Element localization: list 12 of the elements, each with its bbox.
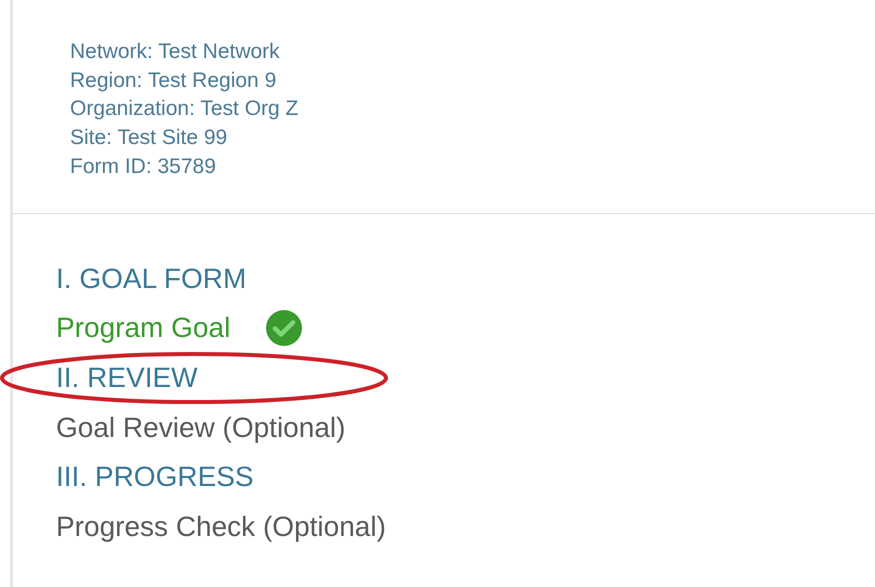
form-link[interactable]: Program Goal <box>56 311 230 346</box>
info-text: Region: Test Region 9 <box>70 68 276 94</box>
info-text: Network: Test Network <box>70 39 280 65</box>
form-link[interactable]: Progress Check (Optional) <box>56 510 386 544</box>
section-heading: III. PROGRESS <box>56 460 254 494</box>
info-text: Site: Test Site 99 <box>70 125 228 152</box>
section-heading: I. GOAL FORM <box>56 262 246 296</box>
section-heading: II. REVIEW <box>56 360 198 395</box>
form-link[interactable]: Goal Review (Optional) <box>56 410 346 445</box>
info-text: Form ID: 35789 <box>70 154 216 180</box>
info-text: Organization: Test Org Z <box>70 96 298 122</box>
check-circle-icon <box>266 310 302 346</box>
